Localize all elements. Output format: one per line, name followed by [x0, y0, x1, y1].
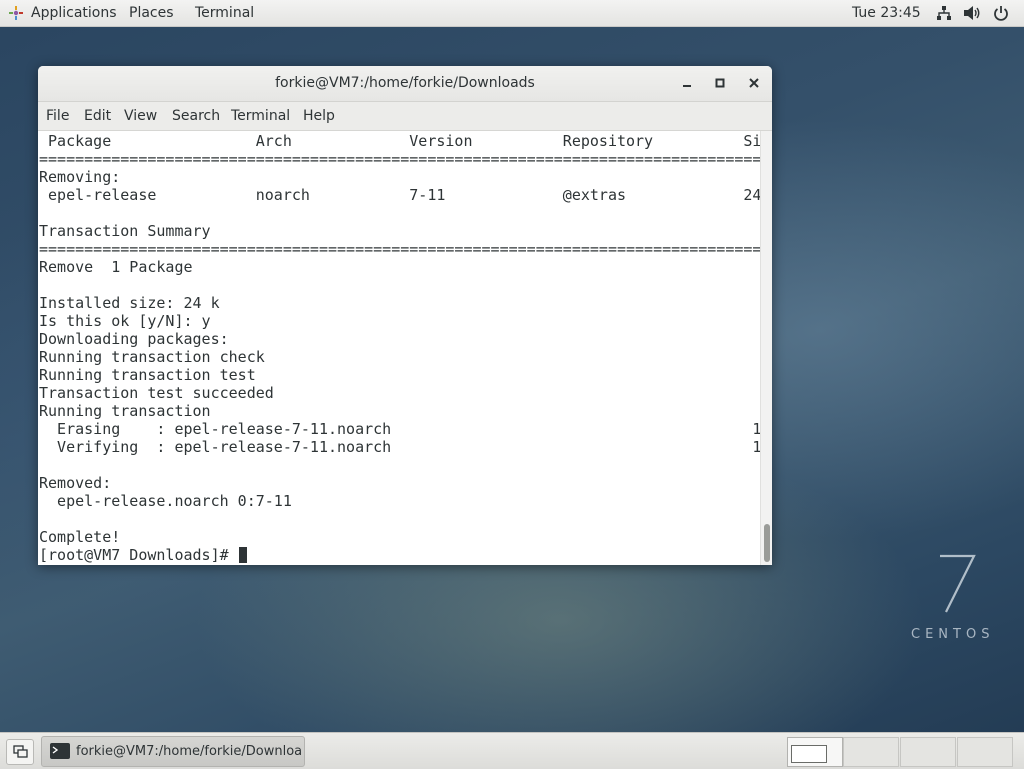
- shell-prompt: [root@VM7 Downloads]#: [39, 546, 238, 564]
- terminal-line: Running transaction check: [39, 348, 265, 366]
- terminal-line: Is this ok [y/N]: y: [39, 312, 211, 330]
- menu-search[interactable]: Search: [172, 107, 220, 125]
- terminal-line: Removed:: [39, 474, 112, 492]
- terminal-line: Erasing : epel-release-7-11.noarch 1/1: [39, 420, 760, 438]
- window-title: forkie@VM7:/home/forkie/Downloads: [275, 75, 535, 91]
- close-icon[interactable]: [745, 74, 763, 92]
- terminal-line: Removing:: [39, 168, 121, 186]
- applications-icon[interactable]: [8, 5, 24, 21]
- taskbar-item-label: forkie@VM7:/home/forkie/Downloa...: [76, 744, 302, 759]
- workspace-1[interactable]: [787, 737, 843, 767]
- terminal-output-area[interactable]: Package Arch Version Repository Size ===…: [38, 131, 760, 565]
- maximize-icon[interactable]: [711, 74, 729, 92]
- terminal-output: Package Arch Version Repository Size ===…: [39, 132, 760, 564]
- terminal-window: forkie@VM7:/home/forkie/Downloads File E…: [38, 66, 772, 565]
- terminal-scrollbar[interactable]: [760, 131, 772, 565]
- window-titlebar[interactable]: forkie@VM7:/home/forkie/Downloads: [38, 66, 772, 102]
- centos-seven-logo: [940, 554, 976, 613]
- terminal-line: Transaction Summary: [39, 222, 211, 240]
- bottom-panel: forkie@VM7:/home/forkie/Downloa...: [0, 732, 1024, 769]
- terminal-line: Package Arch Version Repository Size: [39, 132, 760, 150]
- terminal-line: Complete!: [39, 528, 121, 546]
- terminal-line: epel-release.noarch 0:7-11: [39, 492, 292, 510]
- text-cursor: [238, 547, 247, 563]
- menu-terminal[interactable]: Terminal: [231, 107, 290, 125]
- terminal-line: Running transaction: [39, 402, 211, 420]
- workspace-4[interactable]: [957, 737, 1013, 767]
- terminal-line: ========================================…: [39, 240, 760, 258]
- terminal-line: Running transaction test: [39, 366, 256, 384]
- terminal-line: Downloading packages:: [39, 330, 229, 348]
- workspace-window-thumb: [791, 745, 827, 763]
- taskbar-terminal-item[interactable]: forkie@VM7:/home/forkie/Downloa...: [41, 736, 305, 767]
- menu-edit[interactable]: Edit: [84, 107, 111, 125]
- terminal-line: epel-release noarch 7-11 @extras 24 k: [39, 186, 760, 204]
- menu-view[interactable]: View: [124, 107, 157, 125]
- centos-wordmark: CENTOS: [911, 627, 995, 642]
- terminal-app-menu[interactable]: Terminal: [195, 4, 254, 22]
- menu-help[interactable]: Help: [303, 107, 335, 125]
- window-menubar: File Edit View Search Terminal Help: [38, 102, 772, 131]
- show-desktop-icon: [13, 745, 28, 758]
- workspace-3[interactable]: [900, 737, 956, 767]
- terminal-icon: [50, 743, 70, 759]
- network-icon[interactable]: [936, 5, 952, 21]
- workspace-2[interactable]: [843, 737, 899, 767]
- volume-icon[interactable]: [963, 5, 981, 21]
- terminal-line: ========================================…: [39, 150, 760, 168]
- places-menu[interactable]: Places: [129, 4, 174, 22]
- applications-menu[interactable]: Applications: [31, 4, 117, 22]
- power-icon[interactable]: [993, 5, 1009, 21]
- terminal-line: Verifying : epel-release-7-11.noarch 1/1: [39, 438, 760, 456]
- desktop-background: CENTOS Applications Places Terminal Tue …: [0, 0, 1024, 769]
- scrollbar-thumb[interactable]: [764, 524, 770, 562]
- show-desktop-button[interactable]: [6, 739, 34, 765]
- clock[interactable]: Tue 23:45: [852, 4, 921, 22]
- menu-file[interactable]: File: [46, 107, 69, 125]
- top-panel: Applications Places Terminal Tue 23:45: [0, 0, 1024, 27]
- terminal-line: Transaction test succeeded: [39, 384, 274, 402]
- minimize-icon[interactable]: [678, 74, 696, 92]
- terminal-line: Remove 1 Package: [39, 258, 193, 276]
- terminal-line: Installed size: 24 k: [39, 294, 220, 312]
